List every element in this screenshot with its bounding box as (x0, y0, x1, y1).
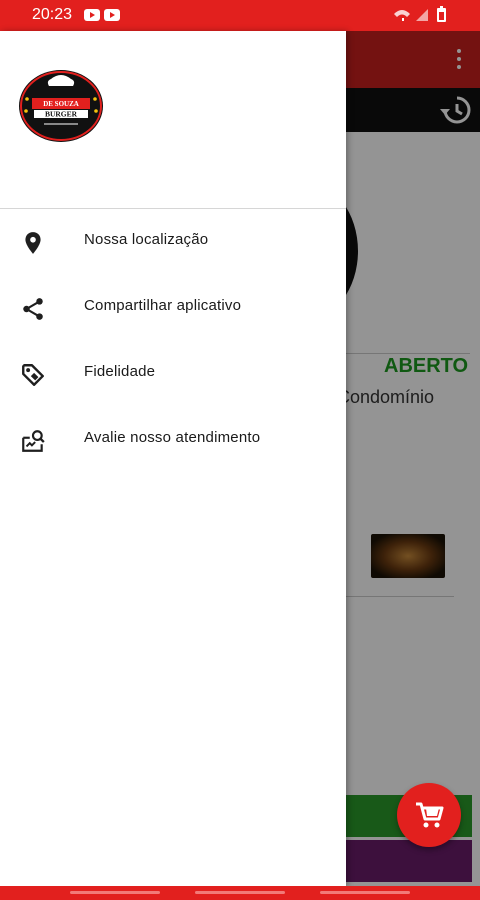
nav-home-button[interactable] (195, 891, 285, 894)
menu-item-share[interactable]: Compartilhar aplicativo (0, 275, 346, 341)
menu-item-label: Avalie nosso atendimento (84, 429, 261, 446)
rate-service-icon (22, 430, 45, 452)
location-pin-icon (25, 232, 41, 254)
menu-item-loyalty[interactable]: Fidelidade (0, 341, 346, 407)
nav-back-button[interactable] (70, 891, 160, 894)
menu-item-label: Fidelidade (84, 363, 156, 380)
menu-item-location[interactable]: Nossa localização (0, 209, 346, 275)
system-status-icons (394, 6, 446, 22)
navigation-drawer: DE SOUZA BURGER Nossa localização Compar… (0, 31, 346, 886)
svg-text:DE SOUZA: DE SOUZA (43, 100, 79, 108)
menu-item-rate-service[interactable]: Avalie nosso atendimento (0, 407, 346, 473)
system-navigation-bar (0, 886, 480, 900)
share-icon (23, 298, 43, 320)
tag-icon (22, 364, 44, 386)
brand-logo: DE SOUZA BURGER (19, 70, 103, 142)
menu-item-label: Nossa localização (84, 231, 209, 248)
youtube-notification-icon (84, 9, 100, 21)
status-time: 20:23 (32, 6, 73, 23)
signal-icon (416, 9, 428, 21)
wifi-icon (394, 10, 410, 17)
menu-item-label: Compartilhar aplicativo (84, 297, 242, 314)
cart-button[interactable] (397, 783, 461, 847)
cart-icon (416, 802, 444, 828)
status-bar: 20:23 (0, 0, 480, 31)
nav-recents-button[interactable] (320, 891, 410, 894)
drawer-menu: Nossa localização Compartilhar aplicativ… (0, 209, 346, 473)
svg-text:BURGER: BURGER (45, 110, 78, 119)
youtube-notification-icon (104, 9, 120, 21)
drawer-header: DE SOUZA BURGER (0, 31, 346, 209)
